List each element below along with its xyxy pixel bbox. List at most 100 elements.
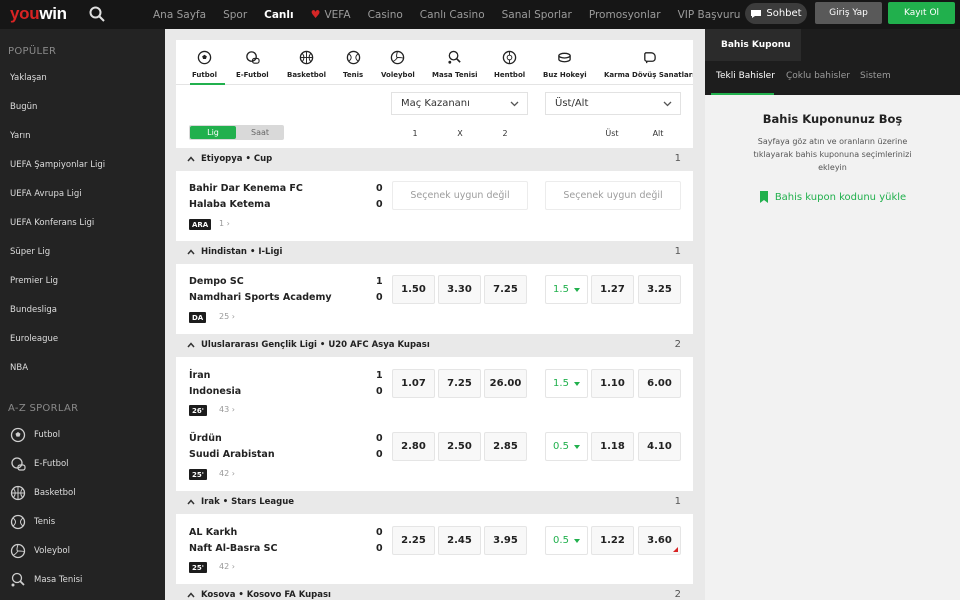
home-team[interactable]: İran [189,370,210,381]
sidebar-item-super-lig[interactable]: Süper Lig [10,247,50,257]
market-select-over-under[interactable]: Üst/Alt [545,92,681,115]
odd-home[interactable]: 2.25 [392,526,435,555]
odd-home[interactable]: 1.50 [392,275,435,304]
league-header[interactable]: Hindistan • I-Ligi 1 [176,241,693,264]
odd-under[interactable]: 4.10 [638,432,681,461]
tennis-ball-icon [346,50,360,65]
sidebar-item-uecl[interactable]: UEFA Konferans Ligi [10,218,94,228]
tab-hentbol[interactable]: Hentbol [494,50,525,79]
tab-masa-tenisi[interactable]: Masa Tenisi [432,50,478,79]
sidebar-item-nba[interactable]: NBA [10,363,28,373]
tab-single-bets[interactable]: Tekli Bahisler [716,71,775,81]
nav-virtual-sports[interactable]: Sanal Sporlar [502,9,572,21]
sidebar-item-euroleague[interactable]: Euroleague [10,334,58,344]
tab-basketbol[interactable]: Basketbol [287,50,326,79]
sidebar-sport-voleybol[interactable]: Voleybol [10,543,70,559]
sidebar-item-ucl[interactable]: UEFA Şampiyonlar Ligi [10,160,105,170]
tab-tenis[interactable]: Tenis [343,50,363,79]
odd-draw[interactable]: 3.30 [438,275,481,304]
caret-down-icon [573,444,580,449]
sidebar-item-uel[interactable]: UEFA Avrupa Ligi [10,189,82,199]
odd-draw[interactable]: 2.50 [438,432,481,461]
nav-casino[interactable]: Casino [368,9,403,21]
odd-away[interactable]: 3.95 [484,526,527,555]
tab-futbol[interactable]: Futbol [192,50,217,79]
sidebar-item-upcoming[interactable]: Yaklaşan [10,73,47,83]
chat-button[interactable]: Sohbet [745,3,807,24]
odd-home[interactable]: 2.80 [392,432,435,461]
logo[interactable]: youwin [10,4,67,24]
nav-live-casino[interactable]: Canlı Casino [420,9,485,21]
away-team[interactable]: Naft Al-Basra SC [189,543,277,554]
sidebar-item-bundesliga[interactable]: Bundesliga [10,305,57,315]
load-betslip-code-link[interactable]: Bahis kupon kodunu yükle [705,191,960,203]
odd-over[interactable]: 1.22 [591,526,634,555]
sidebar-sport-masa-tenisi[interactable]: Masa Tenisi [10,572,82,588]
nav-sport[interactable]: Spor [223,9,247,21]
tab-system[interactable]: Sistem [860,71,891,81]
home-team[interactable]: Dempo SC [189,276,244,287]
sidebar-item-premier-lig[interactable]: Premier Lig [10,276,58,286]
more-markets-link[interactable]: 42 › [219,469,235,478]
nav-vip[interactable]: VIP Başvuru [678,9,741,21]
away-team[interactable]: Indonesia [189,386,241,397]
sidebar-sport-futbol[interactable]: Futbol [10,427,60,443]
sidebar-sport-efutbol[interactable]: E-Futbol [10,456,69,472]
odd-away[interactable]: 26.00 [484,369,527,398]
nav-vefa[interactable]: ♥ VEFA [311,8,351,21]
tab-multi-bets[interactable]: Çoklu bahisler [786,71,850,81]
gamepad-icon [246,51,260,64]
more-markets-link[interactable]: 1 › [219,219,230,228]
league-header[interactable]: Uluslararası Gençlik Ligi • U20 AFC Asya… [176,334,693,357]
league-header[interactable]: Irak • Stars League 1 [176,491,693,514]
odd-draw[interactable]: 2.45 [438,526,481,555]
home-team[interactable]: Ürdün [189,433,222,444]
total-line-select[interactable]: 1.5 [545,369,588,398]
tennis-ball-icon [10,514,26,530]
tab-mma[interactable]: Karma Dövüş Sanatları [604,50,693,79]
odd-under[interactable]: 3.60 [638,526,681,555]
sidebar-item-today[interactable]: Bugün [10,102,37,112]
betslip-empty-text: Sayfaya göz atın ve oranların üzerine tı… [753,137,912,172]
sort-by-league[interactable]: Lig [190,126,236,139]
sidebar-item-tomorrow[interactable]: Yarın [10,131,30,141]
odd-away[interactable]: 7.25 [484,275,527,304]
total-line-select[interactable]: 0.5 [545,432,588,461]
home-team[interactable]: AL Karkh [189,527,237,538]
home-team[interactable]: Bahir Dar Kenema FC [189,183,303,194]
more-markets-link[interactable]: 43 › [219,405,235,414]
betslip-title[interactable]: Bahis Kuponu [705,29,801,61]
odd-under[interactable]: 3.25 [638,275,681,304]
odd-away[interactable]: 2.85 [484,432,527,461]
away-team[interactable]: Suudi Arabistan [189,449,275,460]
odd-over[interactable]: 1.27 [591,275,634,304]
heart-icon: ♥ [310,8,321,21]
total-line-select[interactable]: 0.5 [545,526,588,555]
tab-efutbol[interactable]: E-Futbol [236,50,269,79]
away-team[interactable]: Namdhari Sports Academy [189,292,332,303]
nav-live[interactable]: Canlı [264,9,293,21]
tab-voleybol[interactable]: Voleybol [381,50,415,79]
nav-promotions[interactable]: Promosyonlar [589,9,661,21]
more-markets-link[interactable]: 42 › [219,562,235,571]
col-header-1: 1 [412,129,418,138]
odd-over[interactable]: 1.18 [591,432,634,461]
nav-home[interactable]: Ana Sayfa [153,9,206,21]
league-header[interactable]: Etiyopya • Cup 1 [176,148,693,171]
search-icon[interactable] [88,5,106,23]
sidebar-sport-tenis[interactable]: Tenis [10,514,55,530]
odd-over[interactable]: 1.10 [591,369,634,398]
register-button[interactable]: Kayıt Ol [888,2,955,24]
sort-by-time[interactable]: Saat [237,126,283,139]
market-select-winner[interactable]: Maç Kazananı [391,92,528,115]
sidebar-sport-basketbol[interactable]: Basketbol [10,485,76,501]
login-button[interactable]: Giriş Yap [815,2,882,24]
odd-under[interactable]: 6.00 [638,369,681,398]
tab-buz-hokeyi[interactable]: Buz Hokeyi [543,50,587,79]
odd-home[interactable]: 1.07 [392,369,435,398]
odd-draw[interactable]: 7.25 [438,369,481,398]
away-team[interactable]: Halaba Ketema [189,199,270,210]
league-header[interactable]: Kosova • Kosovo FA Kupası 2 [176,584,693,600]
total-line-select[interactable]: 1.5 [545,275,588,304]
more-markets-link[interactable]: 25 › [219,312,235,321]
